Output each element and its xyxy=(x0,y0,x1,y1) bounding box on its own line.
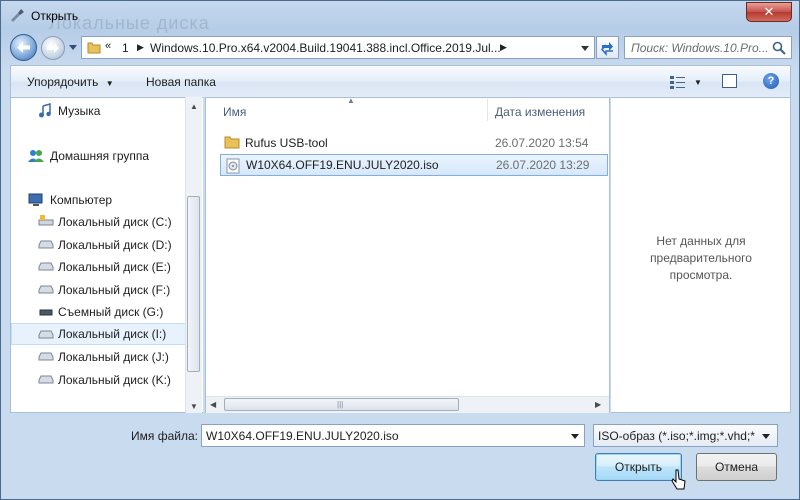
cancel-button[interactable]: Отмена xyxy=(696,453,777,481)
drive-icon xyxy=(38,285,54,294)
column-divider[interactable] xyxy=(487,99,488,121)
back-arrow-icon xyxy=(17,42,30,53)
recent-pages-dropdown-icon[interactable] xyxy=(68,42,78,52)
nav-item-drive-d[interactable]: Локальный диск (D:) xyxy=(11,234,187,256)
window-title: Открыть xyxy=(31,9,79,23)
nav-item-label: Съемный диск (G:) xyxy=(58,305,164,319)
nav-item-label: Музыка xyxy=(58,104,101,118)
help-icon[interactable]: ? xyxy=(763,73,779,89)
drive-icon xyxy=(38,240,54,249)
mouse-cursor-icon xyxy=(671,469,686,490)
nav-item-drive-g[interactable]: Съемный диск (G:) xyxy=(11,301,187,323)
nav-item-label: Локальный диск (E:) xyxy=(58,260,171,274)
filetype-select[interactable]: ISO-образ (*.iso;*.img;*.vhd;* xyxy=(593,424,778,447)
nav-item-drive-i[interactable]: Локальный диск (I:) xyxy=(11,323,187,345)
nav-item-drive-j[interactable]: Локальный диск (J:) xyxy=(11,346,187,368)
filename-combobox[interactable]: W10X64.OFF19.ENU.JULY2020.iso xyxy=(201,424,585,447)
views-dropdown-icon[interactable]: ▼ xyxy=(694,78,702,87)
filename-field[interactable]: W10X64.OFF19.ENU.JULY2020.iso xyxy=(206,429,399,443)
nav-item-drive-e[interactable]: Локальный диск (E:) xyxy=(11,256,187,278)
nav-item-label: Локальный диск (C:) xyxy=(58,215,172,229)
organize-button[interactable]: Упорядочить ▼ xyxy=(27,75,114,89)
drive-icon xyxy=(38,330,54,339)
chevron-down-icon: ▼ xyxy=(105,79,114,88)
file-name: W10X64.OFF19.ENU.JULY2020.iso xyxy=(246,158,439,172)
nav-item-label: Локальный диск (I:) xyxy=(58,327,167,341)
drive-icon xyxy=(38,375,54,384)
refresh-icon xyxy=(600,42,613,56)
scroll-left-icon[interactable]: ◀ xyxy=(210,400,216,409)
close-button[interactable]: ✕ xyxy=(746,2,792,22)
drive-icon xyxy=(38,262,54,271)
open-button[interactable]: Открыть xyxy=(595,453,682,481)
sort-indicator-icon: ▲ xyxy=(347,96,355,105)
nav-item-label: Локальный диск (F:) xyxy=(58,283,171,297)
search-box[interactable]: Поиск: Windows.10.Pro... xyxy=(624,36,792,59)
nav-item-homegroup[interactable]: Домашняя группа xyxy=(11,145,187,167)
breadcrumb-separator-icon[interactable]: ▶ xyxy=(137,42,144,53)
breadcrumb-segment[interactable]: Windows.10.Pro.x64.v2004.Build.19041.388… xyxy=(150,41,501,55)
filetype-value: ISO-образ (*.iso;*.img;*.vhd;* xyxy=(598,429,755,443)
drive-icon xyxy=(38,352,54,361)
organize-label: Упорядочить xyxy=(27,75,99,89)
removable-drive-icon xyxy=(39,309,53,316)
file-date: 26.07.2020 13:29 xyxy=(496,158,590,172)
chevron-down-icon[interactable] xyxy=(761,431,771,441)
preview-empty-message: Нет данных для предварительного просмотр… xyxy=(650,234,752,282)
nav-item-drive-k[interactable]: Локальный диск (K:) xyxy=(11,369,187,391)
file-name: Rufus USB-tool xyxy=(245,136,328,150)
homegroup-icon xyxy=(28,150,44,162)
scroll-right-icon[interactable]: ▶ xyxy=(595,400,601,409)
file-date: 26.07.2020 13:54 xyxy=(495,136,589,150)
navigation-pane[interactable]: Музыка Домашняя группа Компьютер Локальн… xyxy=(10,97,203,413)
nav-item-label: Локальный диск (J:) xyxy=(58,350,169,364)
breadcrumb-separator-icon[interactable]: ▶ xyxy=(500,42,507,53)
computer-icon xyxy=(28,193,43,206)
column-header-name[interactable]: Имя xyxy=(223,105,246,119)
address-dropdown-icon[interactable] xyxy=(580,43,590,53)
refresh-button[interactable] xyxy=(596,36,619,59)
nav-item-label: Локальный диск (D:) xyxy=(58,238,172,252)
file-row[interactable]: Rufus USB-tool 26.07.2020 13:54 xyxy=(220,132,608,154)
nav-item-label: Компьютер xyxy=(50,193,113,207)
back-button[interactable] xyxy=(10,34,37,61)
chevron-down-icon[interactable] xyxy=(570,431,580,441)
search-icon[interactable] xyxy=(772,41,786,55)
breadcrumb-segment[interactable]: 1 xyxy=(122,41,129,55)
scrollbar-thumb[interactable]: ||| xyxy=(224,398,459,411)
new-folder-button[interactable]: Новая папка xyxy=(146,75,216,89)
iso-file-icon xyxy=(226,158,240,174)
nav-item-drive-f[interactable]: Локальный диск (F:) xyxy=(11,279,187,301)
command-bar: Упорядочить ▼ Новая папка ▼ ? xyxy=(10,65,791,97)
column-header-date[interactable]: Дата изменения xyxy=(495,105,585,119)
nav-item-drive-c[interactable]: Локальный диск (C:) xyxy=(11,211,187,233)
preview-pane-toggle-icon[interactable] xyxy=(722,74,737,88)
forward-button[interactable] xyxy=(41,36,65,60)
title-bar[interactable]: Локальные диска Открыть ✕ xyxy=(1,1,799,33)
filename-label: Имя файла: xyxy=(131,429,198,443)
scroll-grip-icon: ||| xyxy=(337,400,344,409)
music-icon xyxy=(39,103,51,118)
breadcrumb-overflow[interactable]: « xyxy=(105,40,111,52)
views-icon[interactable] xyxy=(669,74,687,90)
open-file-dialog: Локальные диска Открыть ✕ « 1 ▶ Windows.… xyxy=(0,0,800,500)
address-bar[interactable]: « 1 ▶ Windows.10.Pro.x64.v2004.Build.190… xyxy=(81,36,595,59)
nav-item-label: Локальный диск (K:) xyxy=(58,373,171,387)
nav-item-music[interactable]: Музыка xyxy=(11,100,187,122)
folder-icon xyxy=(224,136,240,149)
nav-item-label: Домашняя группа xyxy=(50,149,150,163)
folder-icon xyxy=(87,42,101,54)
scroll-up-icon[interactable]: ▲ xyxy=(190,102,198,111)
scrollbar-thumb[interactable] xyxy=(187,196,200,372)
scroll-down-icon[interactable]: ▼ xyxy=(190,402,198,411)
nav-item-computer[interactable]: Компьютер xyxy=(11,189,187,211)
search-input[interactable]: Поиск: Windows.10.Pro... xyxy=(631,41,769,55)
open-dialog-icon xyxy=(11,9,24,22)
forward-arrow-icon xyxy=(47,43,59,53)
file-row[interactable]: W10X64.OFF19.ENU.JULY2020.iso 26.07.2020… xyxy=(220,154,608,176)
system-drive-icon xyxy=(38,215,54,226)
